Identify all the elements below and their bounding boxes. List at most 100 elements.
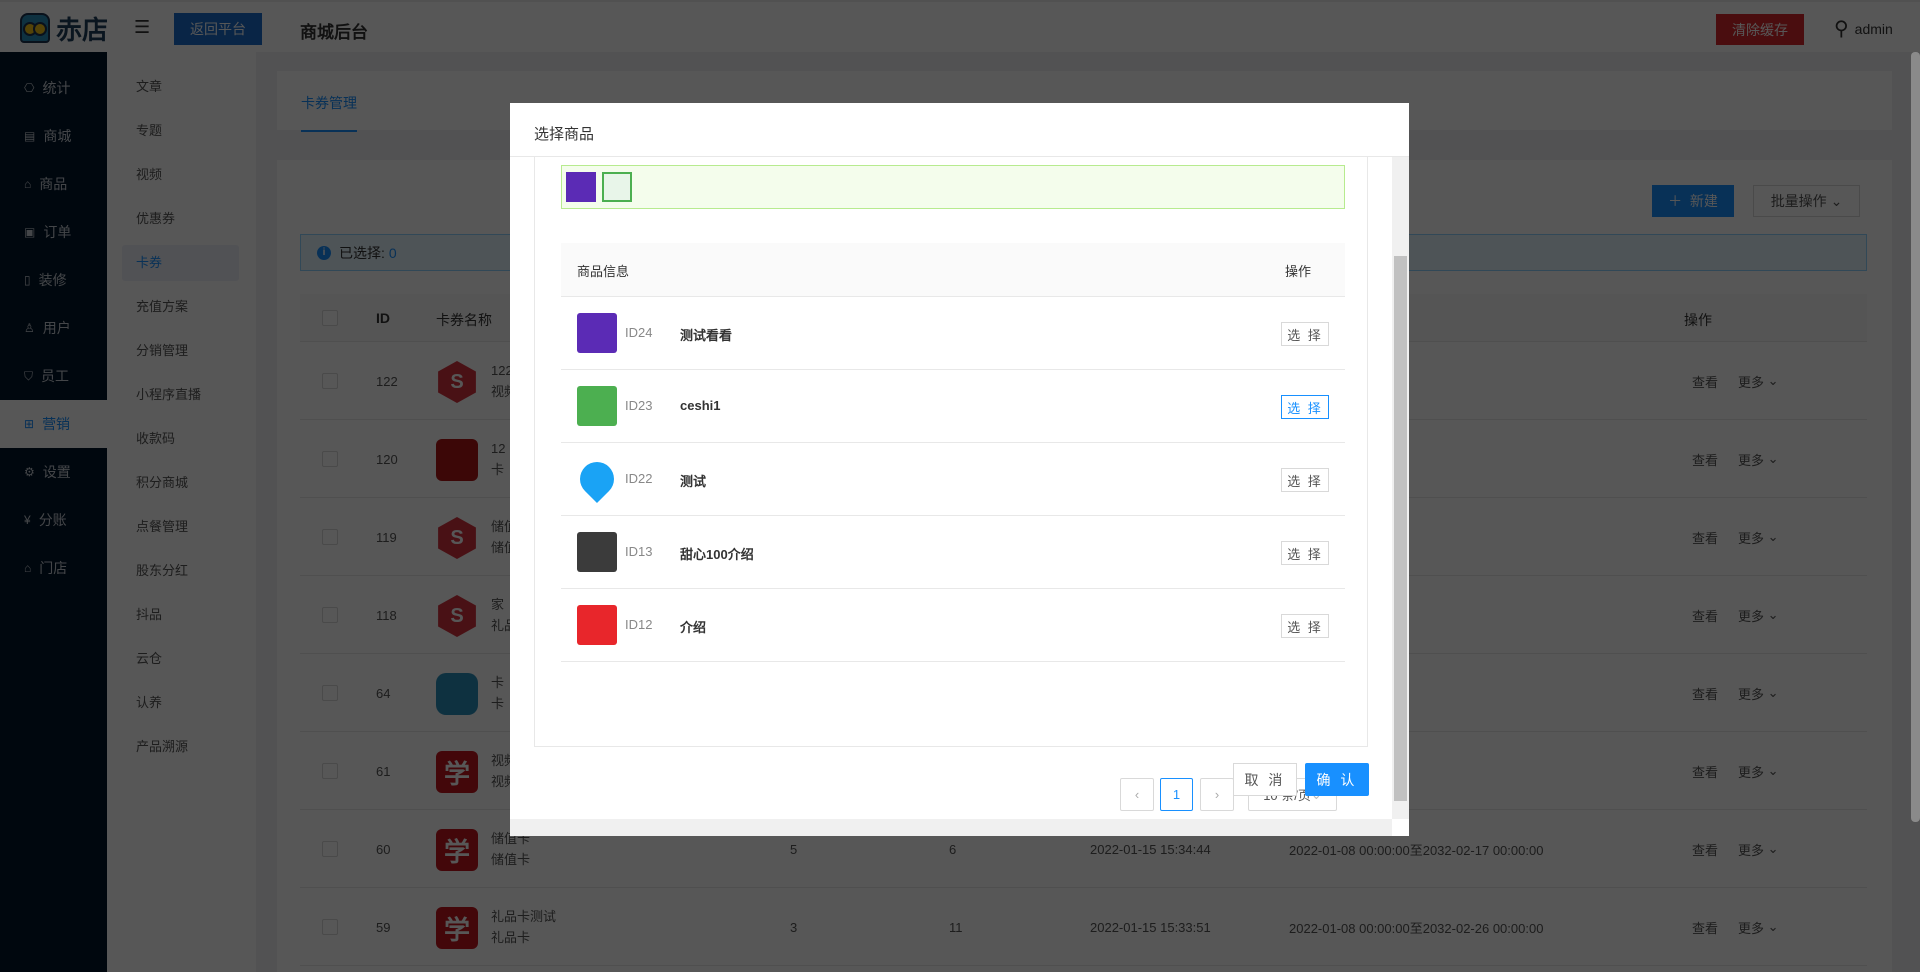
more-dropdown[interactable]: 更多 ⌄ <box>1738 810 1779 888</box>
view-link[interactable]: 查看 <box>1692 420 1718 498</box>
more-dropdown[interactable]: 更多 ⌄ <box>1738 732 1779 810</box>
submenu-item[interactable]: 认养 <box>122 685 239 721</box>
submenu-item[interactable]: 卡券 <box>122 245 239 281</box>
product-row: ID22 测试 选 择 <box>561 443 1345 516</box>
sidebar-item-9[interactable]: ¥ 分账 <box>0 496 107 544</box>
row-checkbox[interactable] <box>322 529 338 545</box>
batch-actions-dropdown[interactable]: 批量操作 ⌄ <box>1753 185 1860 217</box>
view-link[interactable]: 查看 <box>1692 576 1718 654</box>
col-product-info: 商品信息 <box>577 264 630 279</box>
row-checkbox[interactable] <box>322 607 338 623</box>
cell-stock: 11 <box>949 919 963 935</box>
chevron-down-icon: ⌄ <box>1767 373 1779 388</box>
submenu-item[interactable]: 视频 <box>122 157 239 193</box>
shop-icon: ⌂ <box>24 561 32 575</box>
col-product-action: 操作 <box>1284 264 1311 279</box>
sidebar-item-1[interactable]: ▤ 商城 <box>0 112 107 160</box>
sidebar-item-8[interactable]: ⚙ 设置 <box>0 448 107 496</box>
page-scrollbar[interactable] <box>1911 52 1920 822</box>
more-dropdown[interactable]: 更多 ⌄ <box>1738 888 1779 966</box>
coupon-type: 礼品卡 <box>491 930 531 945</box>
submenu-item[interactable]: 文章 <box>122 69 239 105</box>
submenu-item[interactable]: 积分商城 <box>122 465 239 501</box>
new-button[interactable]: ＋ 新建 <box>1652 185 1734 217</box>
view-link[interactable]: 查看 <box>1692 888 1718 966</box>
select-product-button[interactable]: 选 择 <box>1281 541 1329 565</box>
view-link[interactable]: 查看 <box>1692 732 1718 810</box>
submenu-item[interactable]: 抖品 <box>122 597 239 633</box>
confirm-button[interactable]: 确 认 <box>1305 763 1369 796</box>
submenu-item[interactable]: 充值方案 <box>122 289 239 325</box>
product-id: ID13 <box>625 544 653 559</box>
user-icon: ⚲ <box>1834 18 1849 40</box>
coupon-thumb: S <box>438 517 476 559</box>
coupon-name: 卡 <box>491 675 505 690</box>
more-dropdown[interactable]: 更多 ⌄ <box>1738 498 1779 576</box>
more-dropdown[interactable]: 更多 ⌄ <box>1738 342 1779 420</box>
prev-page-button[interactable]: ‹ <box>1120 778 1154 811</box>
sidebar-item-label: 商城 <box>43 128 72 144</box>
view-link[interactable]: 查看 <box>1692 498 1718 576</box>
scrollbar-thumb[interactable] <box>1394 256 1407 801</box>
more-label: 更多 <box>1738 608 1765 624</box>
selected-product-thumb[interactable] <box>602 172 632 202</box>
selected-product-thumb[interactable] <box>566 172 596 202</box>
row-checkbox[interactable] <box>322 841 338 857</box>
modal-vertical-scrollbar[interactable] <box>1392 157 1409 819</box>
sidebar-item-label: 用户 <box>42 320 71 336</box>
sidebar-item-0[interactable]: ⎔ 统计 <box>0 64 107 112</box>
more-dropdown[interactable]: 更多 ⌄ <box>1738 654 1779 732</box>
submenu-item[interactable]: 点餐管理 <box>122 509 239 545</box>
next-page-button[interactable]: › <box>1200 778 1234 811</box>
select-product-button[interactable]: 选 择 <box>1281 322 1329 346</box>
chevron-down-icon: ⌄ <box>1767 529 1779 544</box>
submenu-item[interactable]: 云仓 <box>122 641 239 677</box>
batch-label: 批量操作 <box>1770 193 1827 209</box>
row-checkbox[interactable] <box>322 685 338 701</box>
sidebar-item-7[interactable]: ⊞ 营销 <box>0 400 107 448</box>
menu-toggle-icon[interactable]: ☰ <box>134 18 154 36</box>
sidebar-item-3[interactable]: ▣ 订单 <box>0 208 107 256</box>
submenu-item[interactable]: 分销管理 <box>122 333 239 369</box>
product-panel: 商品信息 操作 ID24 测试看看 选 择 ID23 ceshi1 选 择 ID… <box>534 157 1368 811</box>
view-link[interactable]: 查看 <box>1692 654 1718 732</box>
select-product-button[interactable]: 选 择 <box>1281 614 1329 638</box>
row-checkbox[interactable] <box>322 919 338 935</box>
page-1-button[interactable]: 1 <box>1160 778 1193 811</box>
submenu-item[interactable]: 股东分红 <box>122 553 239 589</box>
more-dropdown[interactable]: 更多 ⌄ <box>1738 420 1779 498</box>
submenu-item[interactable]: 产品溯源 <box>122 729 239 765</box>
sidebar-item-2[interactable]: ⌂ 商品 <box>0 160 107 208</box>
select-product-button[interactable]: 选 择 <box>1281 395 1329 419</box>
row-checkbox[interactable] <box>322 763 338 779</box>
clear-cache-button[interactable]: 清除缓存 <box>1716 14 1804 45</box>
select-product-modal: 选择商品 商品信息 操作 ID24 测试看看 选 择 ID23 ceshi1 选… <box>510 103 1409 836</box>
sidebar-item-5[interactable]: ♙ 用户 <box>0 304 107 352</box>
select-all-checkbox[interactable] <box>322 310 338 326</box>
submenu-item[interactable]: 优惠券 <box>122 201 239 237</box>
row-checkbox[interactable] <box>322 451 338 467</box>
sidebar-item-10[interactable]: ⌂ 门店 <box>0 544 107 592</box>
tab-card-management[interactable]: 卡券管理 <box>301 93 357 132</box>
submenu-item[interactable]: 收款码 <box>122 421 239 457</box>
cancel-button[interactable]: 取 消 <box>1233 763 1297 796</box>
coupon-thumb: S <box>438 361 476 403</box>
sidebar-item-6[interactable]: ⛉ 员工 <box>0 352 107 400</box>
cell-name: 礼品卡测试 礼品卡 <box>491 906 556 948</box>
select-product-button[interactable]: 选 择 <box>1281 468 1329 492</box>
row-checkbox[interactable] <box>322 373 338 389</box>
modal-horizontal-scrollbar[interactable] <box>510 819 1392 836</box>
submenu-item[interactable]: 专题 <box>122 113 239 149</box>
sidebar-item-4[interactable]: ▯ 装修 <box>0 256 107 304</box>
view-link[interactable]: 查看 <box>1692 342 1718 420</box>
more-dropdown[interactable]: 更多 ⌄ <box>1738 576 1779 654</box>
more-label: 更多 <box>1738 686 1765 702</box>
user-menu[interactable]: ⚲ admin <box>1834 16 1893 41</box>
product-name: 测试看看 <box>680 328 733 343</box>
submenu-item[interactable]: 小程序直播 <box>122 377 239 413</box>
col-actions: 操作 <box>1684 312 1712 328</box>
back-to-platform-button[interactable]: 返回平台 <box>174 13 262 45</box>
view-link[interactable]: 查看 <box>1692 810 1718 888</box>
yen-icon: ¥ <box>24 513 31 527</box>
cell-id: 119 <box>376 529 397 545</box>
